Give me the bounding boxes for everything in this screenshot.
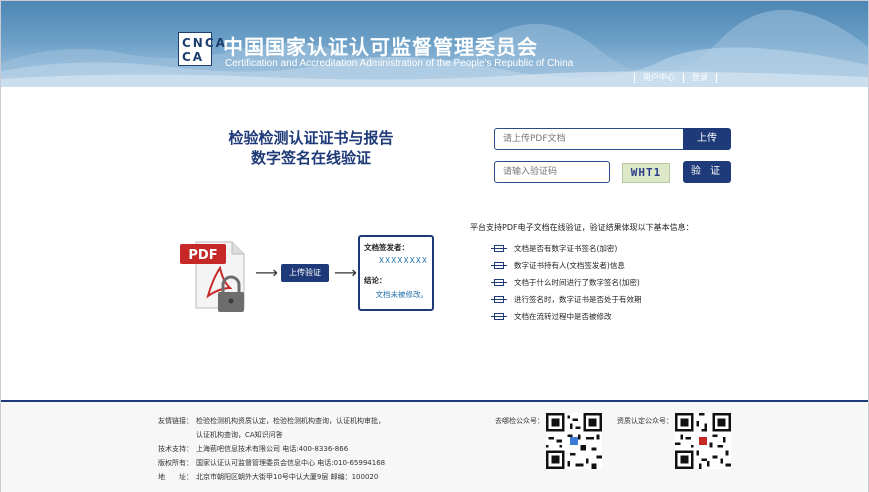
footer-row: 地 址： 北京市朝阳区朝外大街甲10号中认大厦9层 邮编：100020 (158, 472, 385, 486)
pdf-document-lock-icon: PDF (180, 241, 245, 312)
footer-row: 认证机构查询，CA知识问答 (158, 430, 385, 444)
logo-text-bottom: CA (182, 50, 205, 64)
site-footer (1, 402, 868, 492)
bullet-icon (491, 262, 507, 269)
list-item: 进行签名时，数字证书是否处于有效期 (491, 291, 642, 308)
footer-label: 地 址： (158, 473, 193, 481)
copyright: 国家认证认可监督管理委员会信息中心 电话:010-65994168 (196, 459, 386, 467)
list-item: 数字证书持有人(文档签发者)信息 (491, 257, 642, 274)
qr-code-icon (675, 413, 731, 469)
list-item-text: 文档在流转过程中是否被修改 (514, 311, 612, 321)
list-item-text: 数字证书持有人(文档签发者)信息 (514, 260, 625, 270)
list-item-text: 进行签名时，数字证书是否处于有效期 (514, 294, 642, 304)
qr-code-icon (546, 413, 602, 469)
signer-value: XXXXXXXX (378, 256, 428, 265)
bullet-icon (491, 296, 507, 303)
list-item: 文档于什么时间进行了数字签名(加密) (491, 274, 642, 291)
site-title: 中国国家认证认可监督管理委员会 (223, 35, 538, 59)
verification-result-card: 文档签发者： XXXXXXXX 结论： 文档未被修改。 (358, 235, 434, 311)
list-item: 文档是否有数字证书签名(加密) (491, 240, 642, 257)
verify-button[interactable]: 验 证 (683, 161, 731, 183)
list-item-text: 文档是否有数字证书签名(加密) (514, 243, 618, 253)
upload-button[interactable]: 上传 (683, 128, 731, 150)
top-nav: 用户中心 登录 (626, 72, 725, 83)
qr-label-quneijian: 去哪检公众号： (495, 417, 544, 425)
info-list: 文档是否有数字证书签名(加密) 数字证书持有人(文档签发者)信息 文档于什么时间… (491, 240, 642, 325)
divider (683, 72, 684, 83)
footer-row: 技术支持： 上海莂吧信息技术有限公司 电话:400-8336-866 (158, 444, 385, 458)
footer-label: 技术支持： (158, 445, 193, 453)
captcha-input[interactable]: 请输入验证码 (494, 161, 610, 183)
bullet-icon (491, 313, 507, 320)
footer-label: 版权所有： (158, 459, 193, 467)
page-headline: 检验检测认证证书与报告 数字签名在线验证 (201, 128, 421, 168)
footer-row: 版权所有： 国家认证认可监督管理委员会信息中心 电话:010-65994168 (158, 458, 385, 472)
site-subtitle: Certification and Accreditation Administ… (225, 58, 574, 69)
headline-line-1: 检验检测认证证书与报告 (228, 129, 394, 147)
qr-label-zizhi: 资质认定公众号： (617, 417, 673, 425)
headline-line-2: 数字签名在线验证 (250, 149, 371, 167)
login-link[interactable]: 登录 (692, 72, 708, 83)
bullet-icon (491, 245, 507, 252)
cnca-logo: CNCA CA (178, 32, 225, 66)
conclusion-value: 文档未被修改。 (375, 290, 429, 299)
friend-links[interactable]: 检验检测机构资质认定，检验检测机构查询，认证机构审批， (196, 416, 385, 430)
pdf-badge-label: PDF (188, 248, 217, 263)
footer-label: 友情链接： (158, 417, 193, 425)
footer-label (158, 430, 196, 444)
pdf-upload-field[interactable]: 请上传PDF文档 (494, 128, 683, 150)
footer-info: 友情链接： 检验检测机构资质认定，检验检测机构查询，认证机构审批， 认证机构查询… (158, 416, 385, 486)
arrow-right-icon: ⟶ (334, 263, 357, 282)
conclusion-label: 结论： (364, 276, 387, 285)
user-center-link[interactable]: 用户中心 (643, 72, 675, 83)
logo-text-top: CNCA (182, 36, 227, 50)
bullet-icon (491, 279, 507, 286)
tech-support: 上海莂吧信息技术有限公司 电话:400-8336-866 (196, 445, 349, 453)
friend-links[interactable]: 认证机构查询，CA知识问答 (196, 430, 283, 444)
list-item: 文档在流转过程中是否被修改 (491, 308, 642, 325)
list-item-text: 文档于什么时间进行了数字签名(加密) (514, 277, 640, 287)
address: 北京市朝阳区朝外大街甲10号中认大厦9层 邮编：100020 (196, 473, 379, 481)
signer-label: 文档签发者： (364, 243, 409, 252)
divider (716, 72, 717, 83)
footer-row: 友情链接： 检验检测机构资质认定，检验检测机构查询，认证机构审批， (158, 416, 385, 430)
divider (634, 72, 635, 83)
site-header: CNCA CA 中国国家认证认可监督管理委员会 Certification an… (1, 1, 868, 87)
arrow-right-icon: ⟶ (255, 263, 278, 282)
upload-verify-step: 上传验证 (281, 264, 329, 282)
captcha-image[interactable]: WHT1 (622, 163, 670, 183)
info-intro: 平台支持PDF电子文档在线验证，验证结果体现以下基本信息： (470, 223, 694, 232)
